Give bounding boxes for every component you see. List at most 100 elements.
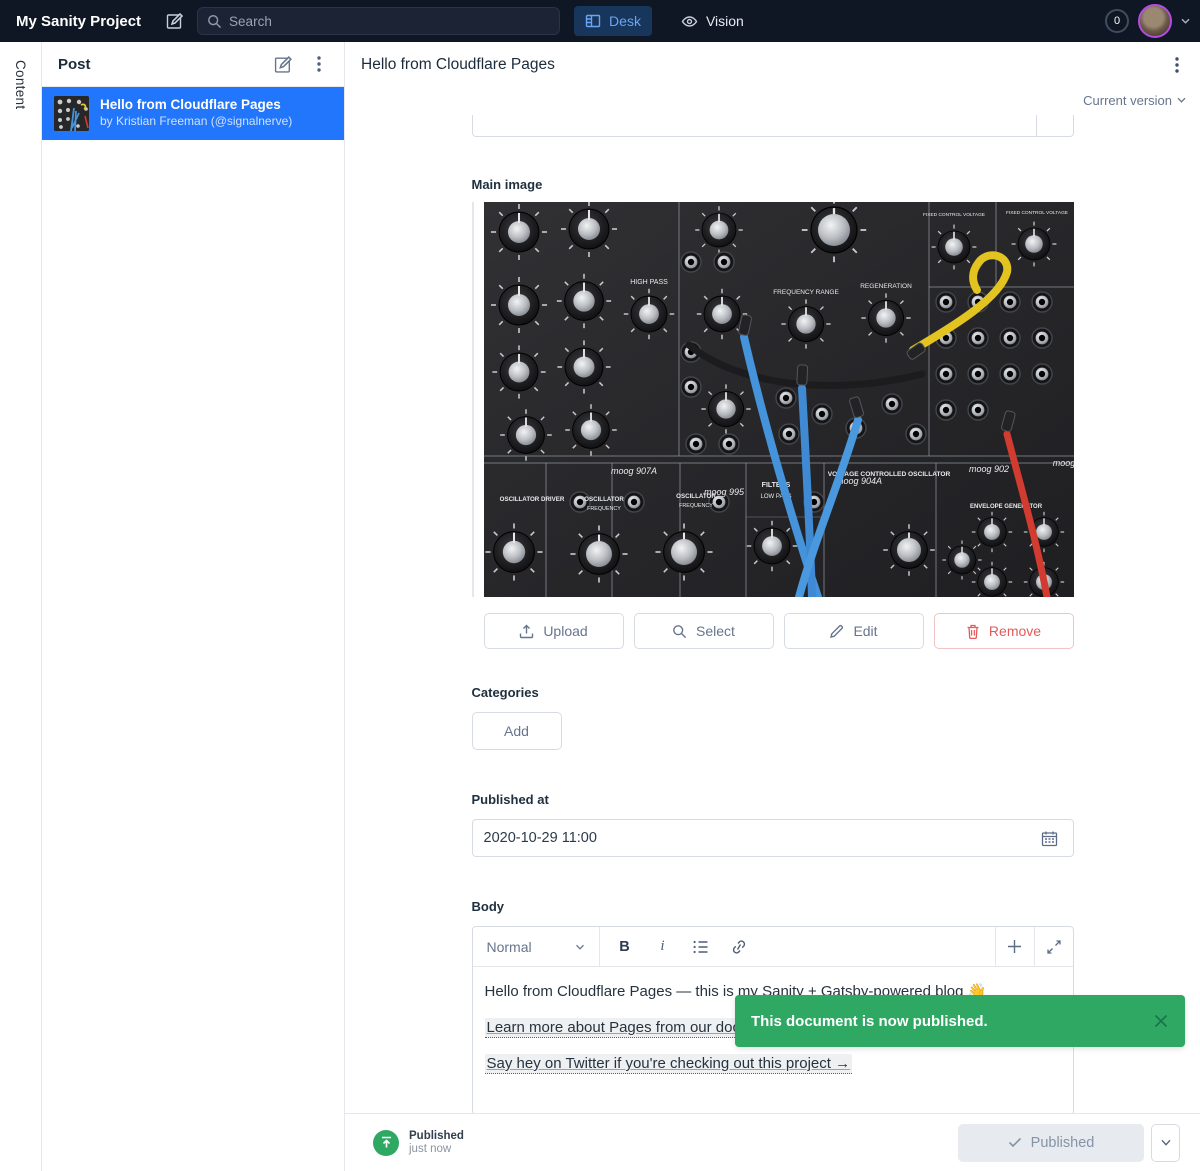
chevron-down-icon[interactable] (1181, 18, 1190, 24)
bold-button[interactable]: B (608, 930, 642, 964)
tab-vision[interactable]: Vision (670, 6, 755, 36)
version-selector[interactable]: Current version (1083, 93, 1186, 108)
link-icon (731, 940, 747, 954)
main-image-photo[interactable]: HIGH PASS FREQUENCY RANGE REGENERATION F… (484, 202, 1074, 597)
bullet-list-button[interactable] (684, 930, 718, 964)
list-item-subtitle: by Kristian Freeman (@signalnerve) (100, 114, 292, 130)
cropped-field-input[interactable] (472, 115, 1074, 137)
upload-icon (519, 624, 534, 639)
eye-icon (681, 13, 698, 30)
list-item-hello-from-cloudflare-pages[interactable]: Hello from Cloudflare Pages by Kristian … (42, 87, 344, 140)
text-style-select[interactable]: Normal (473, 927, 600, 966)
list-pane-header: Post (42, 42, 344, 87)
avatar[interactable] (1138, 4, 1172, 38)
document-title: Hello from Cloudflare Pages (361, 56, 555, 74)
svg-text:OSCILLATOR DRIVER: OSCILLATOR DRIVER (499, 496, 564, 503)
content-rail-label: Content (13, 60, 28, 109)
svg-text:moog: moog (1052, 458, 1073, 468)
svg-text:moog 907A: moog 907A (610, 466, 656, 476)
document-list-pane: Post (42, 42, 345, 1171)
svg-text:moog 902: moog 902 (968, 464, 1008, 474)
document-editor-pane: Hello from Cloudflare Pages Current vers… (345, 42, 1200, 1171)
svg-text:FIXED CONTROL VOLTAGE: FIXED CONTROL VOLTAGE (922, 212, 984, 218)
categories-label: Categories (472, 685, 1074, 700)
publish-toast: This document is now published. (735, 995, 1185, 1047)
search-input[interactable] (229, 14, 550, 29)
search-icon (207, 14, 222, 29)
tab-desk-label: Desk (609, 13, 641, 29)
publish-status-time: just now (409, 1143, 464, 1155)
document-header: Hello from Cloudflare Pages (345, 42, 1200, 87)
bullet-list-icon (693, 940, 709, 954)
published-button[interactable]: Published (958, 1124, 1144, 1162)
svg-text:HIGH PASS: HIGH PASS (630, 279, 668, 286)
svg-text:FREQUENCY: FREQUENCY (587, 506, 621, 512)
published-at-field (472, 819, 1074, 857)
calendar-button[interactable] (1038, 826, 1062, 850)
desk-icon (585, 13, 601, 29)
content-rail[interactable]: Content (0, 42, 42, 1171)
list-item-title: Hello from Cloudflare Pages (100, 97, 292, 114)
create-new-button[interactable] (268, 49, 298, 79)
tab-desk[interactable]: Desk (574, 6, 652, 36)
list-item-thumbnail (54, 96, 89, 131)
svg-text:REGENERATION: REGENERATION (860, 283, 912, 290)
expand-editor-button[interactable] (1034, 927, 1073, 966)
image-actions: Upload Select Edit (484, 613, 1074, 649)
svg-text:FREQUENCY RANGE: FREQUENCY RANGE (773, 289, 839, 296)
pencil-icon (829, 624, 844, 639)
tab-vision-label: Vision (706, 13, 744, 29)
publish-icon (373, 1130, 399, 1156)
search-bar[interactable] (197, 7, 560, 35)
italic-button[interactable]: i (646, 930, 680, 964)
publish-actions-menu-button[interactable] (1151, 1124, 1180, 1162)
upload-button[interactable]: Upload (484, 613, 624, 649)
kebab-menu-icon (1175, 57, 1179, 73)
body-toolbar: Normal B i (473, 927, 1073, 967)
search-icon (672, 624, 687, 639)
close-icon[interactable] (1153, 1013, 1169, 1029)
status-count-badge[interactable]: 0 (1105, 9, 1129, 33)
chevron-down-icon (575, 944, 585, 950)
main-image-field: HIGH PASS FREQUENCY RANGE REGENERATION F… (472, 202, 1074, 597)
document-footer: Published just now Published (345, 1113, 1200, 1171)
plus-icon (1007, 939, 1022, 954)
document-menu-button[interactable] (1162, 50, 1192, 80)
add-category-button[interactable]: Add (472, 712, 562, 750)
list-pane-title: Post (58, 56, 91, 73)
check-icon (1008, 1137, 1022, 1148)
svg-text:FIXED CONTROL VOLTAGE: FIXED CONTROL VOLTAGE (1005, 210, 1067, 216)
navbar-right: 0 (1105, 4, 1200, 38)
svg-text:FREQUENCY: FREQUENCY (679, 503, 713, 509)
version-row: Current version (345, 87, 1200, 113)
sanity-studio: My Sanity Project Desk Vision 0 (0, 0, 1200, 1171)
body-label: Body (472, 899, 1074, 914)
select-button[interactable]: Select (634, 613, 774, 649)
document-form-scroll[interactable]: Main image (345, 113, 1200, 1113)
published-at-input[interactable] (484, 830, 1038, 846)
kebab-menu-icon (317, 56, 321, 72)
calendar-icon (1041, 830, 1058, 847)
body-link-twitter[interactable]: Say hey on Twitter if you're checking ou… (485, 1054, 853, 1074)
link-button[interactable] (722, 930, 756, 964)
list-item-text: Hello from Cloudflare Pages by Kristian … (100, 97, 292, 129)
remove-button[interactable]: Remove (934, 613, 1074, 649)
published-at-label: Published at (472, 792, 1074, 807)
list-menu-button[interactable] (304, 49, 334, 79)
svg-text:OSCILLATOR: OSCILLATOR (584, 496, 624, 503)
publish-status-chip[interactable]: Published just now (373, 1130, 464, 1156)
svg-text:ENVELOPE GENERATOR: ENVELOPE GENERATOR (969, 504, 1042, 510)
publish-status-text: Published just now (409, 1130, 464, 1155)
toast-message: This document is now published. (751, 1013, 988, 1030)
trash-icon (966, 624, 980, 639)
main-image-label: Main image (472, 177, 1074, 192)
compose-icon (166, 12, 184, 30)
chevron-down-icon (1177, 97, 1186, 103)
expand-icon (1047, 940, 1061, 954)
insert-block-button[interactable] (995, 927, 1034, 966)
edit-button[interactable]: Edit (784, 613, 924, 649)
new-document-button[interactable] (161, 7, 189, 35)
publish-status-title: Published (409, 1130, 464, 1142)
chevron-down-icon (1161, 1139, 1171, 1146)
svg-text:VOLTAGE CONTROLLED OSCILLATOR: VOLTAGE CONTROLLED OSCILLATOR (827, 471, 950, 478)
